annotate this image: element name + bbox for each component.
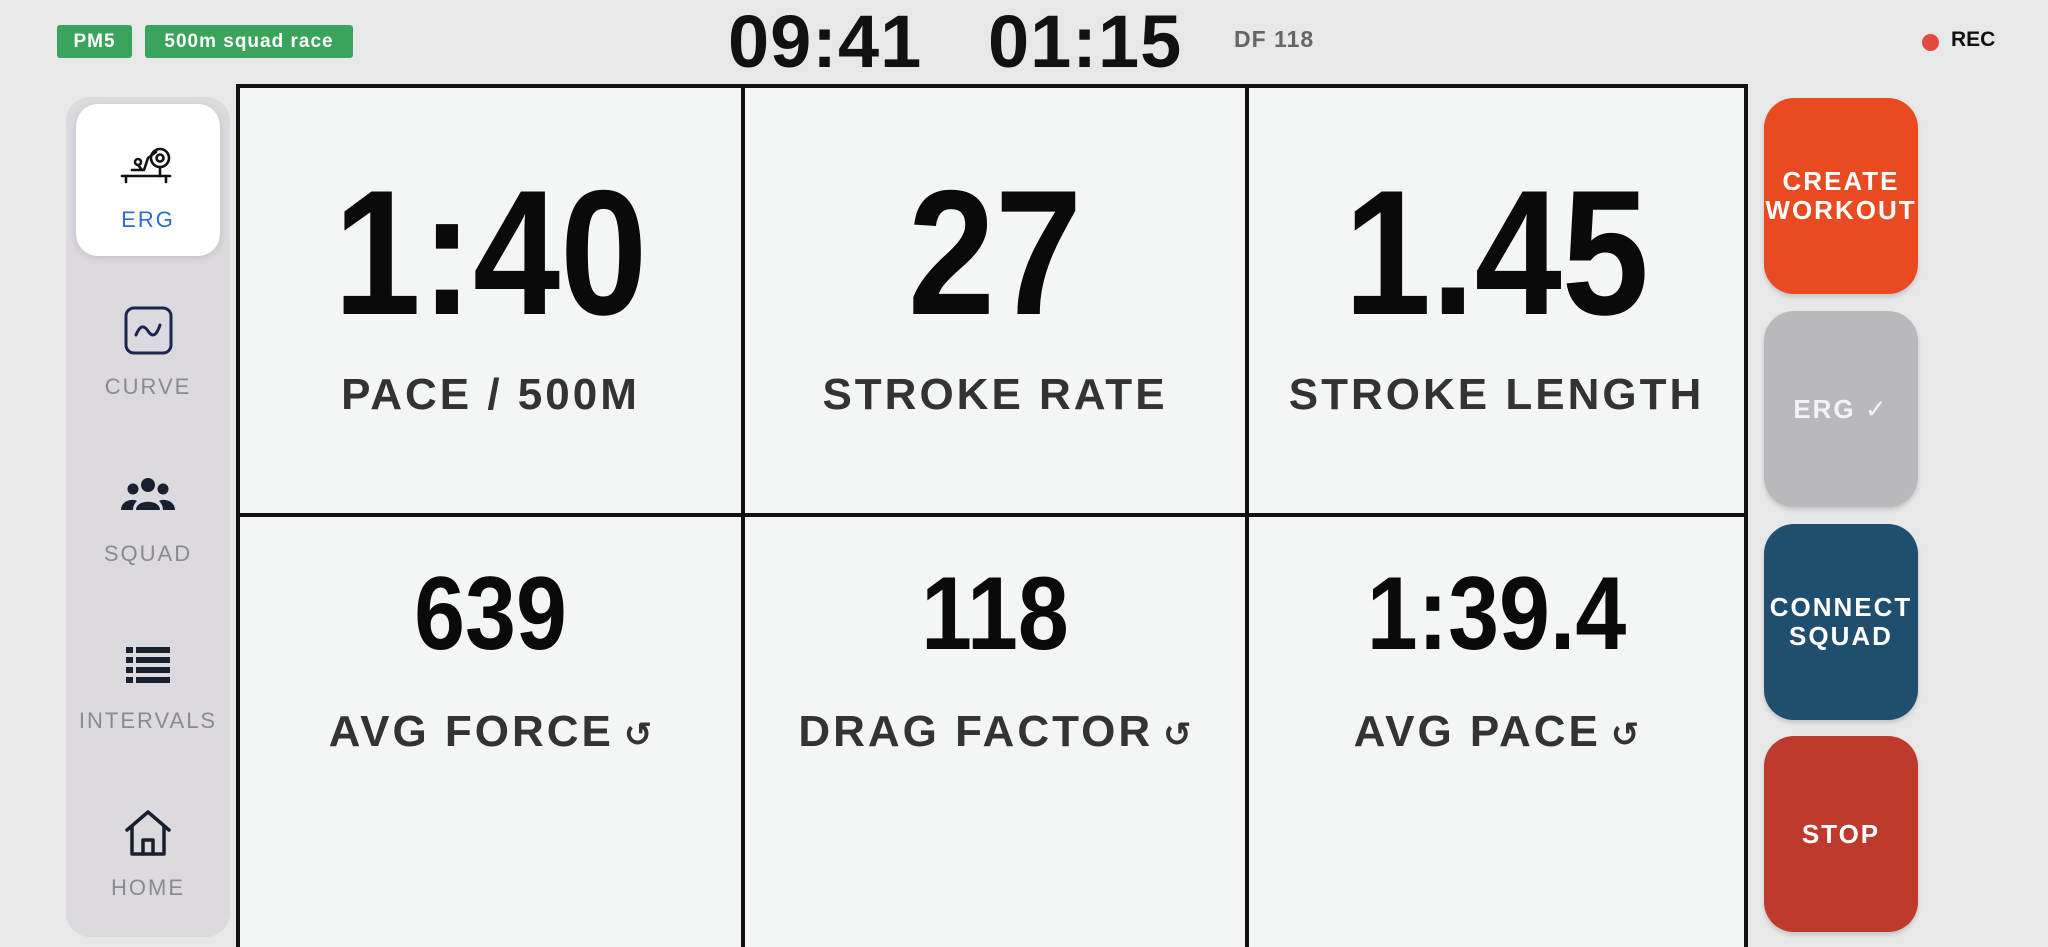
stop-button[interactable]: STOP [1764, 736, 1918, 932]
sidebar-nav: ERG CURVE SQUAD INTERVALS HOME [66, 97, 230, 937]
sidebar-item-squad[interactable]: SQUAD [76, 438, 220, 590]
drag-factor-label: DRAG FACTOR ↺ [798, 707, 1192, 756]
reset-icon[interactable]: ↺ [1163, 716, 1192, 754]
sidebar-item-label: SQUAD [103, 541, 193, 566]
metric-avg-force-cell[interactable]: 639 AVG FORCE ↺ [240, 517, 741, 947]
avg-force-value: 639 [414, 556, 567, 672]
avg-pace-label: AVG PACE ↺ [1353, 707, 1640, 756]
connect-squad-button[interactable]: CONNECT SQUAD [1764, 524, 1918, 720]
rower-icon [118, 134, 178, 194]
drag-factor-value: 118 [921, 556, 1069, 672]
sidebar-item-home[interactable]: HOME [76, 772, 220, 924]
record-dot-icon [1922, 34, 1939, 51]
list-icon [118, 635, 178, 695]
device-badge: PM5 [57, 25, 132, 58]
sidebar-item-curve[interactable]: CURVE [76, 271, 220, 423]
stroke-length-label: STROKE LENGTH [1288, 370, 1705, 419]
sidebar-item-label: INTERVALS [78, 708, 218, 733]
curve-icon [118, 301, 178, 361]
home-icon [118, 802, 178, 862]
stroke-rate-label: STROKE RATE [822, 370, 1168, 419]
reset-icon[interactable]: ↺ [624, 716, 653, 754]
group-icon [118, 468, 178, 528]
metric-stroke-rate-cell: 27 STROKE RATE [745, 88, 1245, 513]
metric-stroke-length-cell: 1.45 STROKE LENGTH [1249, 88, 1744, 513]
grid-divider [240, 513, 1744, 517]
metric-pace-cell: 1:40 PACE / 500M [240, 88, 741, 513]
erg-connected-button[interactable]: ERG ✓ [1764, 311, 1918, 507]
sidebar-item-label: HOME [111, 875, 185, 900]
create-workout-button[interactable]: CREATE WORKOUT [1764, 98, 1918, 294]
avg-force-label: AVG FORCE ↺ [328, 707, 653, 756]
elapsed-time: 01:15 [988, 0, 1183, 83]
stroke-rate-value: 27 [907, 153, 1083, 352]
sidebar-item-label: ERG [121, 207, 175, 232]
sidebar-item-label: CURVE [104, 374, 192, 399]
avg-pace-value: 1:39.4 [1366, 556, 1627, 672]
sidebar-item-erg[interactable]: ERG [76, 104, 220, 256]
workout-badge: 500m squad race [145, 25, 353, 58]
drag-factor-indicator: DF 118 [1234, 26, 1315, 52]
pace-value: 1:40 [333, 153, 648, 352]
metric-avg-pace-cell[interactable]: 1:39.4 AVG PACE ↺ [1249, 517, 1744, 947]
reset-icon[interactable]: ↺ [1611, 716, 1640, 754]
pace-label: PACE / 500M [341, 370, 640, 419]
rec-label: REC [1951, 28, 1996, 51]
sidebar-item-intervals[interactable]: INTERVALS [76, 605, 220, 757]
clock-time: 09:41 [728, 0, 923, 83]
metric-drag-factor-cell[interactable]: 118 DRAG FACTOR ↺ [745, 517, 1245, 947]
stroke-length-value: 1.45 [1344, 153, 1649, 352]
metrics-grid: 1:40 PACE / 500M 27 STROKE RATE 1.45 STR… [236, 84, 1748, 947]
